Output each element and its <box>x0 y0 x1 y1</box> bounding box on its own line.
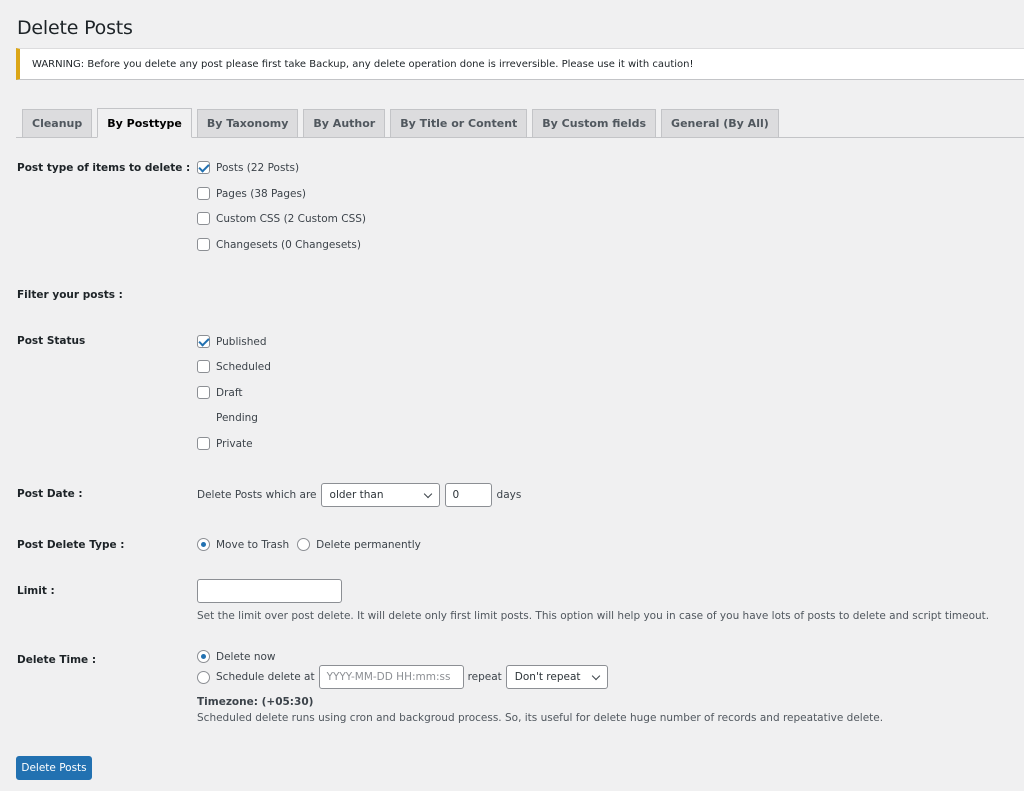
select-value: older than <box>329 489 384 501</box>
select-value: Don't repeat <box>514 671 581 683</box>
radio-checked[interactable] <box>197 650 210 663</box>
option-delete-now[interactable]: Delete now <box>197 650 276 663</box>
tab-general[interactable]: General (By All) <box>661 109 779 137</box>
option-label: Draft <box>216 386 243 399</box>
checkbox[interactable] <box>197 360 210 373</box>
option-label: Pages (38 Pages) <box>216 187 307 200</box>
post-date-suffix: days <box>496 489 522 501</box>
delete-time-label: Delete Time : <box>17 654 97 666</box>
option-label: Published <box>216 335 267 348</box>
page-title: Delete Posts <box>17 17 133 39</box>
option-label: Schedule delete at <box>216 671 315 683</box>
status-option-pending: Pending <box>197 411 258 424</box>
post-date-label: Post Date : <box>17 488 83 500</box>
option-label: Delete permanently <box>316 538 421 551</box>
schedule-description: Scheduled delete runs using cron and bac… <box>197 712 884 724</box>
limit-label: Limit : <box>17 585 55 597</box>
filter-label: Filter your posts : <box>17 289 123 301</box>
limit-field <box>197 579 342 603</box>
chevron-down-icon <box>591 671 601 680</box>
tab-cleanup[interactable]: Cleanup <box>22 109 93 137</box>
limit-description: Set the limit over post delete. It will … <box>197 610 990 622</box>
post-date-prefix: Delete Posts which are <box>197 489 317 501</box>
tab-by-custom-fields[interactable]: By Custom fields <box>532 109 657 137</box>
radio[interactable] <box>297 538 311 551</box>
input-value: 0 <box>452 489 460 501</box>
warning-text: WARNING: Before you delete any post plea… <box>32 58 694 70</box>
tab-by-title-or-content[interactable]: By Title or Content <box>390 109 528 137</box>
schedule-datetime-input[interactable]: YYYY-MM-DD HH:mm:ss <box>318 665 464 689</box>
post-date-row: Delete Posts which are older than 0 days <box>197 483 521 507</box>
input-placeholder: YYYY-MM-DD HH:mm:ss <box>326 671 451 683</box>
option-delete-permanently[interactable]: Delete permanently <box>297 538 421 551</box>
option-label: Pending <box>216 411 258 424</box>
timezone-text: Timezone: (+05:30) <box>197 696 314 708</box>
delete-posts-button[interactable]: Delete Posts <box>16 756 92 780</box>
checkbox[interactable] <box>197 238 210 251</box>
post-status-label: Post Status <box>17 335 86 347</box>
post-type-option-changesets[interactable]: Changesets (0 Changesets) <box>197 238 361 251</box>
days-input[interactable]: 0 <box>444 483 492 507</box>
option-label: Scheduled <box>216 360 271 373</box>
option-schedule-delete[interactable]: Schedule delete at <box>197 670 315 684</box>
status-option-scheduled[interactable]: Scheduled <box>197 360 271 373</box>
warning-notice: WARNING: Before you delete any post plea… <box>16 48 1024 80</box>
radio-checked[interactable] <box>197 538 210 551</box>
post-type-label: Post type of items to delete : <box>17 162 191 174</box>
option-label: Private <box>216 437 253 450</box>
status-option-private[interactable]: Private <box>197 437 253 450</box>
checkbox[interactable] <box>197 212 210 225</box>
tab-by-author[interactable]: By Author <box>303 109 386 137</box>
schedule-row: Schedule delete at YYYY-MM-DD HH:mm:ss r… <box>197 665 608 689</box>
option-label: Delete now <box>216 650 276 663</box>
repeat-label: repeat <box>467 671 502 683</box>
repeat-select[interactable]: Don't repeat <box>505 665 608 689</box>
limit-input[interactable] <box>197 579 342 603</box>
tab-by-taxonomy[interactable]: By Taxonomy <box>196 109 299 137</box>
checkbox-checked[interactable] <box>197 161 210 174</box>
option-label: Posts (22 Posts) <box>216 161 300 174</box>
status-option-published[interactable]: Published <box>197 335 267 348</box>
chevron-down-icon <box>423 489 432 498</box>
checkbox-checked[interactable] <box>197 335 210 348</box>
option-move-to-trash[interactable]: Move to Trash <box>197 538 289 551</box>
tab-bar: Cleanup By Posttype By Taxonomy By Autho… <box>16 108 1024 138</box>
delete-type-label: Post Delete Type : <box>17 539 125 551</box>
tab-by-posttype[interactable]: By Posttype <box>97 108 192 138</box>
post-type-option-pages[interactable]: Pages (38 Pages) <box>197 187 306 200</box>
option-label: Move to Trash <box>216 538 290 551</box>
radio[interactable] <box>197 670 210 684</box>
date-comparison-select[interactable]: older than <box>320 483 440 507</box>
post-type-option-posts[interactable]: Posts (22 Posts) <box>197 161 299 174</box>
status-option-draft[interactable]: Draft <box>197 386 242 399</box>
option-label: Changesets (0 Changesets) <box>216 238 361 251</box>
checkbox[interactable] <box>197 437 210 450</box>
checkbox[interactable] <box>197 187 210 200</box>
checkbox[interactable] <box>197 386 210 399</box>
post-type-option-custom-css[interactable]: Custom CSS (2 Custom CSS) <box>197 212 366 225</box>
checkbox-disabled <box>197 411 210 424</box>
option-label: Custom CSS (2 Custom CSS) <box>216 212 366 225</box>
delete-type-row: Move to Trash Delete permanently <box>197 538 421 551</box>
